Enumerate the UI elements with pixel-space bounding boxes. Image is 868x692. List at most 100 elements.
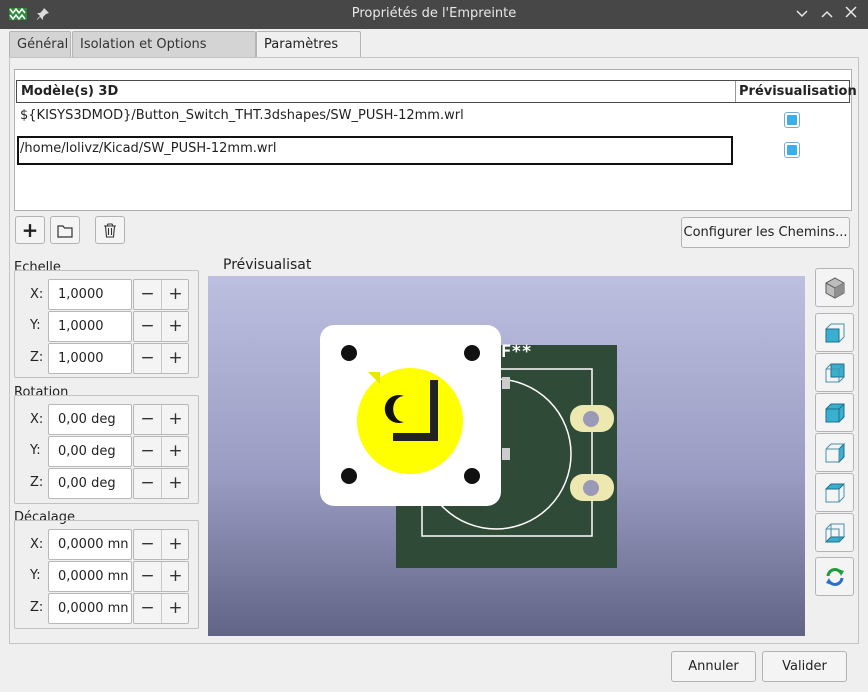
offset-y-label: Y: xyxy=(30,568,41,583)
decrement-button[interactable]: − xyxy=(134,441,161,461)
view-top-button[interactable] xyxy=(815,473,854,512)
window-title: Propriétés de l'Empreinte xyxy=(351,6,517,21)
offset-x-label: X: xyxy=(30,537,44,552)
decrement-button[interactable]: − xyxy=(134,534,161,554)
model-path-edit-field[interactable]: /home/lolivz/Kicad/SW_PUSH-12mm.wrl xyxy=(17,136,733,165)
rotation-z-input[interactable]: 0,00 deg xyxy=(48,468,132,499)
folder-icon xyxy=(57,225,73,238)
scale-x-stepper[interactable]: − + xyxy=(133,279,189,310)
view-left-button[interactable] xyxy=(815,393,854,432)
title-bar: Propriétés de l'Empreinte xyxy=(0,0,868,29)
view-bottom-button[interactable] xyxy=(815,513,854,552)
decrement-button[interactable]: − xyxy=(134,473,161,493)
view-right-button[interactable] xyxy=(815,433,854,472)
view-front-button[interactable] xyxy=(815,313,854,352)
offset-x-stepper[interactable]: − + xyxy=(133,529,189,560)
view-back-button[interactable] xyxy=(815,353,854,392)
rotation-y-input[interactable]: 0,00 deg xyxy=(48,436,132,467)
view-left-icon xyxy=(825,403,845,423)
decrement-button[interactable]: − xyxy=(134,316,161,336)
rotation-x-stepper[interactable]: − + xyxy=(133,404,189,435)
decrement-button[interactable]: − xyxy=(134,284,161,304)
offset-y-input[interactable]: 0,0000 mn xyxy=(48,561,132,592)
decrement-button[interactable]: − xyxy=(134,409,161,429)
table-row[interactable]: ${KISYS3DMOD}/Button_Switch_THT.3dshapes… xyxy=(17,106,849,134)
scale-z-label: Z: xyxy=(30,350,44,365)
reload-icon xyxy=(826,568,844,586)
view-3d-button[interactable] xyxy=(815,268,854,307)
view-back-icon xyxy=(825,363,845,383)
preview-checkbox[interactable] xyxy=(784,142,800,158)
tab-3d-settings[interactable]: Paramètres 3D xyxy=(256,31,361,77)
rotation-z-value: 0,00 deg xyxy=(58,476,116,491)
models-table: Modèle(s) 3D Prévisualisation ${KISYS3DM… xyxy=(14,69,857,211)
increment-button[interactable]: + xyxy=(162,441,189,461)
tab-isolation[interactable]: Isolation et Options Locales xyxy=(72,31,256,77)
decrement-button[interactable]: − xyxy=(134,598,161,618)
scale-x-input[interactable]: 1,0000 xyxy=(48,279,132,310)
increment-button[interactable]: + xyxy=(162,348,189,368)
scale-z-stepper[interactable]: − + xyxy=(133,343,189,374)
rotation-x-label: X: xyxy=(30,412,44,427)
cancel-button[interactable]: Annuler xyxy=(671,651,756,682)
view-top-icon xyxy=(824,483,846,503)
rotation-x-input[interactable]: 0,00 deg xyxy=(48,404,132,435)
table-row[interactable]: /home/lolivz/Kicad/SW_PUSH-12mm.wrl xyxy=(17,136,849,165)
scale-y-stepper[interactable]: − + xyxy=(133,311,189,342)
open-model-button[interactable] xyxy=(50,216,80,244)
increment-button[interactable]: + xyxy=(162,284,189,304)
minimize-button[interactable] xyxy=(792,4,812,24)
plus-icon: + xyxy=(21,218,39,242)
scale-z-value: 1,0000 xyxy=(58,351,104,366)
scale-z-input[interactable]: 1,0000 xyxy=(48,343,132,374)
offset-z-label: Z: xyxy=(30,600,44,615)
trash-icon xyxy=(104,223,116,238)
increment-button[interactable]: + xyxy=(162,473,189,493)
reload-button[interactable] xyxy=(815,557,854,596)
increment-button[interactable]: + xyxy=(162,409,189,429)
increment-button[interactable]: + xyxy=(162,598,189,618)
rotation-z-label: Z: xyxy=(30,475,44,490)
preview-label: Prévisualisat xyxy=(223,257,312,273)
model-path: ${KISYS3DMOD}/Button_Switch_THT.3dshapes… xyxy=(20,108,464,123)
delete-model-button[interactable] xyxy=(95,216,125,244)
col-header-models[interactable]: Modèle(s) 3D xyxy=(21,84,118,99)
view-bottom-icon xyxy=(824,523,846,543)
3d-preview-render xyxy=(320,325,617,568)
offset-x-input[interactable]: 0,0000 mn xyxy=(48,529,132,560)
rotation-y-label: Y: xyxy=(30,443,41,458)
scale-y-label: Y: xyxy=(30,318,41,333)
close-button[interactable] xyxy=(841,4,861,24)
model-path: /home/lolivz/Kicad/SW_PUSH-12mm.wrl xyxy=(20,141,277,156)
add-model-button[interactable]: + xyxy=(15,216,45,244)
col-header-preview[interactable]: Prévisualisation xyxy=(739,84,857,99)
offset-y-stepper[interactable]: − + xyxy=(133,561,189,592)
rotation-y-stepper[interactable]: − + xyxy=(133,436,189,467)
scale-y-input[interactable]: 1,0000 xyxy=(48,311,132,342)
view-front-icon xyxy=(825,323,845,343)
models-table-header: Modèle(s) 3D Prévisualisation xyxy=(16,80,857,103)
scale-x-value: 1,0000 xyxy=(58,287,104,302)
view-right-icon xyxy=(825,442,845,464)
silkscreen-reference: F** xyxy=(501,342,532,362)
offset-z-input[interactable]: 0,0000 mn xyxy=(48,593,132,624)
tab-general[interactable]: Général xyxy=(9,31,71,57)
increment-button[interactable]: + xyxy=(162,534,189,554)
offset-z-value: 0,0000 mn xyxy=(58,601,129,616)
increment-button[interactable]: + xyxy=(162,566,189,586)
rotation-z-stepper[interactable]: − + xyxy=(133,468,189,499)
3d-preview-canvas[interactable]: F** xyxy=(208,276,805,636)
decrement-button[interactable]: − xyxy=(134,566,161,586)
maximize-button[interactable] xyxy=(817,4,837,24)
preview-checkbox[interactable] xyxy=(784,112,800,128)
configure-paths-button[interactable]: Configurer les Chemins... xyxy=(681,217,850,248)
offset-y-value: 0,0000 mn xyxy=(58,569,129,584)
offset-z-stepper[interactable]: − + xyxy=(133,593,189,624)
decrement-button[interactable]: − xyxy=(134,348,161,368)
increment-button[interactable]: + xyxy=(162,316,189,336)
rotation-y-value: 0,00 deg xyxy=(58,444,116,459)
ok-button[interactable]: Valider xyxy=(762,651,847,682)
scale-y-value: 1,0000 xyxy=(58,319,104,334)
offset-x-value: 0,0000 mn xyxy=(58,537,129,552)
scale-x-label: X: xyxy=(30,287,44,302)
